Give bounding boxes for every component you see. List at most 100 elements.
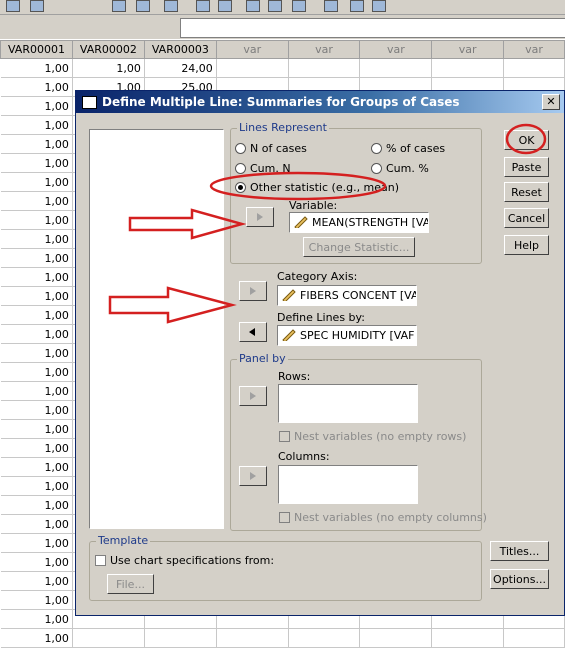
table-cell[interactable] xyxy=(503,628,565,648)
pct-of-cases-label: % of cases xyxy=(386,142,446,155)
table-cell[interactable] xyxy=(431,628,505,648)
table-cell[interactable]: 1,00 xyxy=(0,115,73,135)
column-header[interactable]: var xyxy=(431,40,505,59)
find-icon[interactable] xyxy=(164,0,178,12)
table-cell[interactable] xyxy=(144,628,217,648)
other-statistic-radio[interactable] xyxy=(235,182,246,193)
table-cell[interactable] xyxy=(216,628,289,648)
table-cell[interactable]: 1,00 xyxy=(0,96,73,116)
table-cell[interactable]: 1,00 xyxy=(0,419,73,439)
table-cell[interactable]: 1,00 xyxy=(0,343,73,363)
table-cell[interactable]: 1,00 xyxy=(0,324,73,344)
source-variable-list[interactable] xyxy=(89,129,224,529)
table-cell[interactable]: 1,00 xyxy=(0,400,73,420)
split-file-icon[interactable] xyxy=(246,0,260,12)
table-cell[interactable]: 1,00 xyxy=(0,628,73,648)
cum-pct-radio[interactable] xyxy=(371,163,382,174)
help-button[interactable]: Help xyxy=(504,235,549,255)
table-cell[interactable]: 1,00 xyxy=(0,609,73,629)
define-lines-move-button[interactable] xyxy=(239,322,267,342)
table-cell[interactable]: 1,00 xyxy=(0,533,73,553)
table-cell[interactable] xyxy=(503,58,565,78)
table-cell[interactable]: 1,00 xyxy=(72,58,145,78)
nest-rows-checkbox[interactable] xyxy=(279,431,290,442)
table-cell[interactable]: 1,00 xyxy=(0,172,73,192)
save-icon[interactable] xyxy=(6,0,20,12)
column-header[interactable]: VAR00001 xyxy=(0,40,73,59)
table-cell[interactable]: 1,00 xyxy=(0,286,73,306)
table-cell[interactable]: 1,00 xyxy=(0,153,73,173)
table-cell[interactable]: 1,00 xyxy=(0,267,73,287)
paste-button[interactable]: Paste xyxy=(504,157,549,177)
change-statistic-button[interactable]: Change Statistic... xyxy=(303,237,415,257)
column-header[interactable]: var xyxy=(359,40,433,59)
table-cell[interactable] xyxy=(431,58,505,78)
table-cell[interactable]: 24,00 xyxy=(144,58,217,78)
weight-cases-icon[interactable] xyxy=(268,0,282,12)
cell-editor-input[interactable] xyxy=(180,18,565,38)
table-cell[interactable] xyxy=(288,628,361,648)
column-header[interactable]: var xyxy=(215,40,289,59)
category-axis-move-button[interactable] xyxy=(239,281,267,301)
reset-button[interactable]: Reset xyxy=(504,182,549,202)
goto-case-icon[interactable] xyxy=(112,0,126,12)
table-cell[interactable]: 1,00 xyxy=(0,210,73,230)
print-icon[interactable] xyxy=(30,0,44,12)
insert-variable-icon[interactable] xyxy=(218,0,232,12)
show-all-icon[interactable] xyxy=(372,0,386,12)
table-cell[interactable]: 1,00 xyxy=(0,590,73,610)
titles-button[interactable]: Titles... xyxy=(490,541,549,561)
cum-n-radio[interactable] xyxy=(235,163,246,174)
table-cell[interactable] xyxy=(72,628,145,648)
table-cell[interactable]: 1,00 xyxy=(0,438,73,458)
variables-icon[interactable] xyxy=(136,0,150,12)
select-cases-icon[interactable] xyxy=(292,0,306,12)
right-arrow-icon xyxy=(257,213,263,221)
rows-move-button[interactable] xyxy=(239,386,267,406)
n-of-cases-radio[interactable] xyxy=(235,143,246,154)
insert-case-icon[interactable] xyxy=(196,0,210,12)
columns-list[interactable] xyxy=(278,465,418,504)
pct-of-cases-radio[interactable] xyxy=(371,143,382,154)
table-cell[interactable] xyxy=(216,58,289,78)
cancel-button[interactable]: Cancel xyxy=(504,208,549,228)
table-cell[interactable]: 1,00 xyxy=(0,381,73,401)
table-cell[interactable]: 1,00 xyxy=(0,58,73,78)
category-axis-field[interactable]: FIBERS CONCENT [VA xyxy=(277,285,417,306)
use-chart-spec-checkbox[interactable] xyxy=(95,555,106,566)
columns-move-button[interactable] xyxy=(239,466,267,486)
table-cell[interactable]: 1,00 xyxy=(0,552,73,572)
table-cell[interactable]: 1,00 xyxy=(0,134,73,154)
table-cell[interactable] xyxy=(359,628,433,648)
table-cell[interactable]: 1,00 xyxy=(0,476,73,496)
column-header[interactable]: VAR00003 xyxy=(143,40,217,59)
value-labels-icon[interactable] xyxy=(324,0,338,12)
table-cell[interactable]: 1,00 xyxy=(0,495,73,515)
column-header[interactable]: var xyxy=(287,40,361,59)
file-button[interactable]: File... xyxy=(107,574,154,594)
close-button[interactable]: ✕ xyxy=(542,94,560,110)
table-cell[interactable]: 1,00 xyxy=(0,305,73,325)
table-cell[interactable]: 1,00 xyxy=(0,571,73,591)
column-header[interactable]: VAR00002 xyxy=(71,40,145,59)
table-cell[interactable]: 1,00 xyxy=(0,77,73,97)
dialog-titlebar[interactable]: Define Multiple Line: Summaries for Grou… xyxy=(76,91,564,113)
ok-button[interactable]: OK xyxy=(504,130,549,150)
table-cell[interactable] xyxy=(359,58,433,78)
options-button[interactable]: Options... xyxy=(490,569,549,589)
variable-field[interactable]: MEAN(STRENGTH [VA xyxy=(289,212,429,233)
table-cell[interactable]: 1,00 xyxy=(0,362,73,382)
table-cell[interactable]: 1,00 xyxy=(0,457,73,477)
table-cell[interactable]: 1,00 xyxy=(0,191,73,211)
lines-represent-group: Lines Represent N of cases % of cases Cu… xyxy=(230,121,482,264)
variable-move-button[interactable] xyxy=(246,207,274,227)
rows-list[interactable] xyxy=(278,384,418,423)
table-cell[interactable]: 1,00 xyxy=(0,248,73,268)
table-cell[interactable]: 1,00 xyxy=(0,514,73,534)
use-sets-icon[interactable] xyxy=(350,0,364,12)
table-cell[interactable]: 1,00 xyxy=(0,229,73,249)
nest-columns-checkbox[interactable] xyxy=(279,512,290,523)
table-cell[interactable] xyxy=(288,58,361,78)
column-header[interactable]: var xyxy=(503,40,565,59)
define-lines-field[interactable]: SPEC HUMIDITY [VAF xyxy=(277,325,417,346)
